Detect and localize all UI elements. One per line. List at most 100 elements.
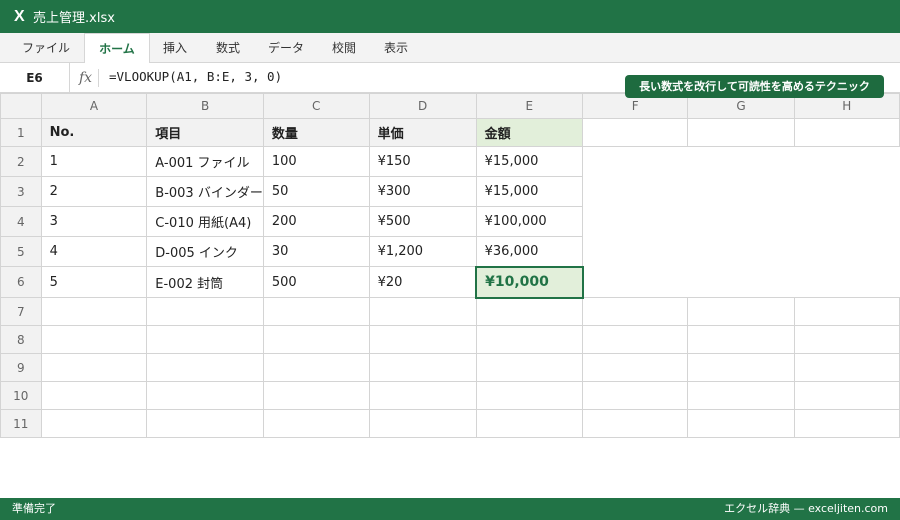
cell[interactable]: ¥100,000 (475, 206, 584, 237)
row-header[interactable]: 1 (0, 118, 42, 147)
cell[interactable] (793, 381, 900, 410)
header-cell-item[interactable]: 項目 (146, 118, 264, 147)
cell[interactable]: A-001 ファイル (146, 146, 264, 177)
header-cell-quantity[interactable]: 数量 (262, 118, 370, 147)
cell[interactable] (146, 381, 264, 410)
cell[interactable]: ¥36,000 (475, 236, 584, 267)
cell[interactable] (475, 381, 584, 410)
cell[interactable]: ¥500 (368, 206, 477, 237)
tab-formulas[interactable]: 数式 (204, 33, 252, 63)
cell[interactable]: D-005 インク (146, 236, 264, 267)
cell[interactable] (582, 353, 689, 382)
cell[interactable]: 200 (262, 206, 370, 237)
column-header-a[interactable]: A (40, 93, 148, 119)
formula-input[interactable]: =VLOOKUP(A1, B:E, 3, 0) (109, 63, 282, 91)
cell[interactable] (793, 353, 900, 382)
row-header[interactable]: 9 (0, 353, 42, 382)
cell[interactable]: ¥15,000 (475, 146, 584, 177)
cell[interactable] (262, 297, 370, 326)
cell[interactable] (687, 118, 795, 147)
column-header-b[interactable]: B (146, 93, 264, 119)
cell[interactable]: 5 (40, 266, 148, 298)
cell[interactable] (793, 297, 900, 326)
cell[interactable]: ¥15,000 (475, 176, 584, 207)
cell[interactable] (40, 325, 148, 354)
cell[interactable] (146, 325, 264, 354)
cell[interactable] (582, 381, 689, 410)
row-header[interactable]: 3 (0, 176, 42, 207)
cell[interactable] (146, 409, 264, 438)
cell[interactable]: 100 (262, 146, 370, 177)
cell[interactable] (262, 409, 370, 438)
selected-cell[interactable]: ¥10,000 (475, 265, 584, 299)
cell[interactable] (368, 325, 477, 354)
cell[interactable] (687, 297, 795, 326)
function-icon[interactable]: fx (79, 63, 92, 93)
cell[interactable]: 500 (262, 266, 370, 298)
cell[interactable] (368, 381, 477, 410)
cell[interactable] (146, 297, 264, 326)
cell[interactable]: ¥300 (368, 176, 477, 207)
tab-review[interactable]: 校閲 (320, 33, 368, 63)
cell[interactable]: E-002 封筒 (146, 266, 264, 298)
cell[interactable] (40, 353, 148, 382)
cell[interactable] (793, 118, 900, 147)
row-header[interactable]: 4 (0, 206, 42, 237)
column-header-c[interactable]: C (262, 93, 370, 119)
cell[interactable] (582, 118, 689, 147)
row-header[interactable]: 6 (0, 266, 42, 298)
cell[interactable] (475, 409, 584, 438)
cell[interactable]: B-003 バインダー (146, 176, 264, 207)
cell[interactable] (262, 353, 370, 382)
cell[interactable] (146, 353, 264, 382)
row-header[interactable]: 10 (0, 381, 42, 410)
row-header[interactable]: 11 (0, 409, 42, 438)
tab-insert[interactable]: 挿入 (152, 33, 198, 63)
cell[interactable]: 1 (40, 146, 148, 177)
cell[interactable]: 2 (40, 176, 148, 207)
row-header[interactable]: 5 (0, 236, 42, 267)
cell[interactable] (40, 409, 148, 438)
cell[interactable]: 30 (262, 236, 370, 267)
cell[interactable] (262, 381, 370, 410)
cell[interactable] (40, 381, 148, 410)
cell[interactable] (368, 409, 477, 438)
cell[interactable] (582, 325, 689, 354)
column-header-d[interactable]: D (368, 93, 477, 119)
cell[interactable]: C-010 用紙(A4) (146, 206, 264, 237)
cell[interactable] (582, 297, 689, 326)
cell[interactable] (475, 353, 584, 382)
cell[interactable] (687, 353, 795, 382)
row-header[interactable]: 7 (0, 297, 42, 326)
cell[interactable] (687, 381, 795, 410)
cell[interactable] (368, 297, 477, 326)
cell[interactable]: 50 (262, 176, 370, 207)
cell[interactable] (793, 409, 900, 438)
cell[interactable] (368, 353, 477, 382)
cell[interactable] (475, 325, 584, 354)
header-cell-amount[interactable]: 金額 (475, 118, 584, 147)
select-all-corner[interactable] (0, 93, 42, 119)
name-box[interactable]: E6 (0, 63, 70, 93)
header-cell-no[interactable]: No. (40, 118, 148, 147)
cell[interactable] (40, 297, 148, 326)
header-cell-unit-price[interactable]: 単価 (368, 118, 477, 147)
cell[interactable] (687, 409, 795, 438)
row-header[interactable]: 8 (0, 325, 42, 354)
cell[interactable]: ¥150 (368, 146, 477, 177)
tab-data[interactable]: データ (258, 33, 314, 63)
cell[interactable]: 3 (40, 206, 148, 237)
cell[interactable] (793, 325, 900, 354)
cell[interactable]: 4 (40, 236, 148, 267)
column-header-e[interactable]: E (475, 93, 584, 119)
cell[interactable]: ¥20 (368, 266, 477, 298)
tab-home[interactable]: ホーム (84, 33, 150, 64)
cell[interactable] (475, 297, 584, 326)
cell[interactable] (262, 325, 370, 354)
row-header[interactable]: 2 (0, 146, 42, 177)
cell[interactable]: ¥1,200 (368, 236, 477, 267)
cell[interactable] (687, 325, 795, 354)
cell[interactable] (582, 409, 689, 438)
tab-file[interactable]: ファイル (9, 33, 83, 63)
tab-view[interactable]: 表示 (372, 33, 420, 63)
